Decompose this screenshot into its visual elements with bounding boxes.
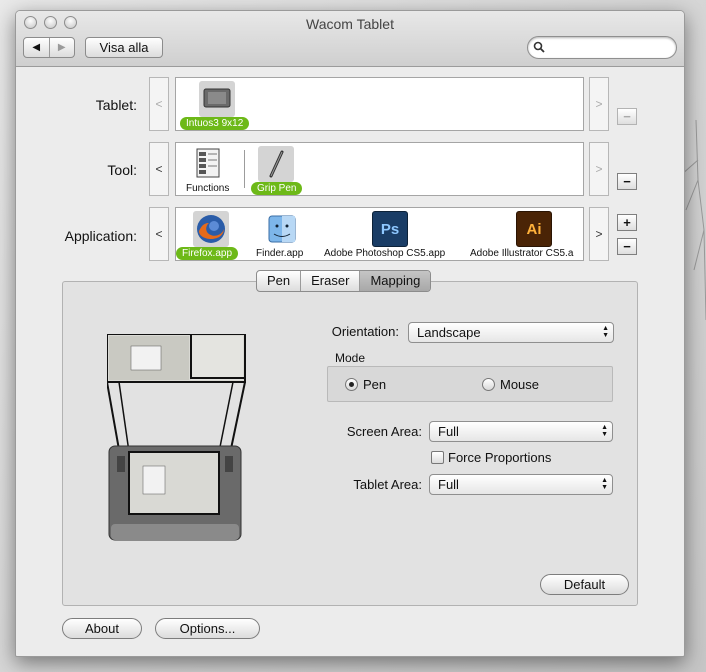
show-all-button[interactable]: Visa alla — [85, 37, 163, 58]
app-item-label: Adobe Illustrator CS5.a — [470, 248, 574, 259]
back-button[interactable]: ◀ — [24, 38, 49, 57]
tab-pen[interactable]: Pen — [257, 271, 300, 291]
finder-icon — [264, 211, 300, 247]
firefox-icon — [193, 211, 229, 247]
search-input[interactable] — [550, 39, 668, 56]
wacom-preferences-window: Wacom Tablet ◀ ▶ Visa alla Tablet: < Int… — [15, 10, 685, 657]
photoshop-icon: Ps — [372, 211, 408, 247]
photoshop-icon-text: Ps — [380, 220, 400, 238]
mode-group: Pen Mouse — [327, 366, 613, 402]
screen-area-value: Full — [438, 424, 459, 439]
tool-item-label: Grip Pen — [251, 182, 303, 195]
tool-separator — [244, 150, 245, 188]
updown-arrows-icon: ▲ ▼ — [602, 325, 609, 339]
tab-bar: Pen Eraser Mapping — [256, 270, 432, 292]
tablet-list: Intuos3 9x12 — [175, 77, 584, 131]
screen-area-label: Screen Area: — [346, 424, 422, 439]
app-item-label: Finder.app — [256, 248, 304, 259]
tool-list: Functions Grip Pen — [175, 142, 584, 196]
orientation-value: Landscape — [417, 325, 481, 340]
forward-arrow-icon: ▶ — [57, 42, 66, 53]
mapping-preview-diagram — [107, 334, 246, 541]
updown-arrows-icon: ▲ ▼ — [601, 424, 608, 438]
tablet-prev-button[interactable]: < — [149, 77, 169, 131]
orientation-popup[interactable]: Landscape ▲ ▼ — [408, 322, 614, 343]
updown-arrows-icon: ▲ ▼ — [601, 477, 608, 491]
application-next-button[interactable]: > — [589, 207, 609, 261]
back-arrow-icon: ◀ — [32, 42, 41, 53]
back-forward-control: ◀ ▶ — [23, 37, 75, 58]
add-application-button[interactable]: + — [617, 214, 637, 231]
app-item-illustrator[interactable]: Ai Adobe Illustrator CS5.a — [466, 208, 582, 260]
screen-area-popup[interactable]: Full ▲ ▼ — [429, 421, 613, 442]
mode-mouse-radio[interactable] — [482, 378, 495, 391]
application-row-label: Application: — [64, 228, 137, 244]
tablet-row-label: Tablet: — [95, 97, 137, 113]
app-item-label: Adobe Photoshop CS5.app — [324, 248, 446, 259]
remove-application-button[interactable]: − — [617, 238, 637, 255]
tool-item-label: Functions — [186, 183, 230, 194]
tool-item-grip-pen[interactable]: Grip Pen — [248, 143, 310, 195]
app-item-label: Firefox.app — [176, 247, 239, 260]
application-list: Firefox.app Finder.app Ps Adobe Photosho… — [175, 207, 584, 261]
tablet-area-label: Tablet Area: — [353, 477, 422, 492]
tablet-device-icon — [199, 81, 235, 117]
illustrator-icon-text: Ai — [526, 220, 542, 238]
remove-tool-button[interactable]: − — [617, 173, 637, 190]
tablet-next-button[interactable]: > — [589, 77, 609, 131]
app-item-finder[interactable]: Finder.app — [252, 208, 312, 260]
mode-pen-radio[interactable] — [345, 378, 358, 391]
tablet-item-label: Intuos3 9x12 — [180, 117, 250, 130]
app-item-firefox[interactable]: Firefox.app — [176, 208, 248, 260]
tab-mapping[interactable]: Mapping — [359, 271, 431, 291]
mode-label: Mode — [335, 351, 366, 365]
tool-item-functions[interactable]: Functions — [178, 143, 240, 195]
illustrator-icon: Ai — [516, 211, 552, 247]
about-button[interactable]: About — [62, 618, 142, 639]
functions-icon — [191, 146, 227, 182]
forward-button[interactable]: ▶ — [48, 38, 75, 57]
mode-pen-label[interactable]: Pen — [363, 377, 386, 392]
force-proportions-label[interactable]: Force Proportions — [448, 450, 551, 465]
tablet-area-popup[interactable]: Full ▲ ▼ — [429, 474, 613, 495]
app-item-photoshop[interactable]: Ps Adobe Photoshop CS5.app — [320, 208, 460, 260]
tool-prev-button[interactable]: < — [149, 142, 169, 196]
tablet-item-intuos3[interactable]: Intuos3 9x12 — [178, 78, 256, 130]
remove-tablet-button[interactable]: − — [617, 108, 637, 125]
window-title: Wacom Tablet — [306, 16, 394, 32]
search-icon — [533, 41, 545, 53]
tab-eraser[interactable]: Eraser — [300, 271, 359, 291]
options-button[interactable]: Options... — [155, 618, 260, 639]
tool-row-label: Tool: — [107, 162, 137, 178]
tool-next-button[interactable]: > — [589, 142, 609, 196]
mode-mouse-label[interactable]: Mouse — [500, 377, 539, 392]
mapping-tab-panel: Orientation: Landscape ▲ ▼ Mode — [62, 281, 638, 606]
grip-pen-icon — [258, 146, 294, 182]
search-field[interactable] — [527, 36, 677, 59]
orientation-label: Orientation: — [331, 324, 399, 339]
tablet-area-value: Full — [438, 477, 459, 492]
force-proportions-checkbox[interactable] — [431, 451, 444, 464]
default-button[interactable]: Default — [540, 574, 629, 595]
title-bar: Wacom Tablet ◀ ▶ Visa alla — [16, 11, 684, 67]
application-prev-button[interactable]: < — [149, 207, 169, 261]
